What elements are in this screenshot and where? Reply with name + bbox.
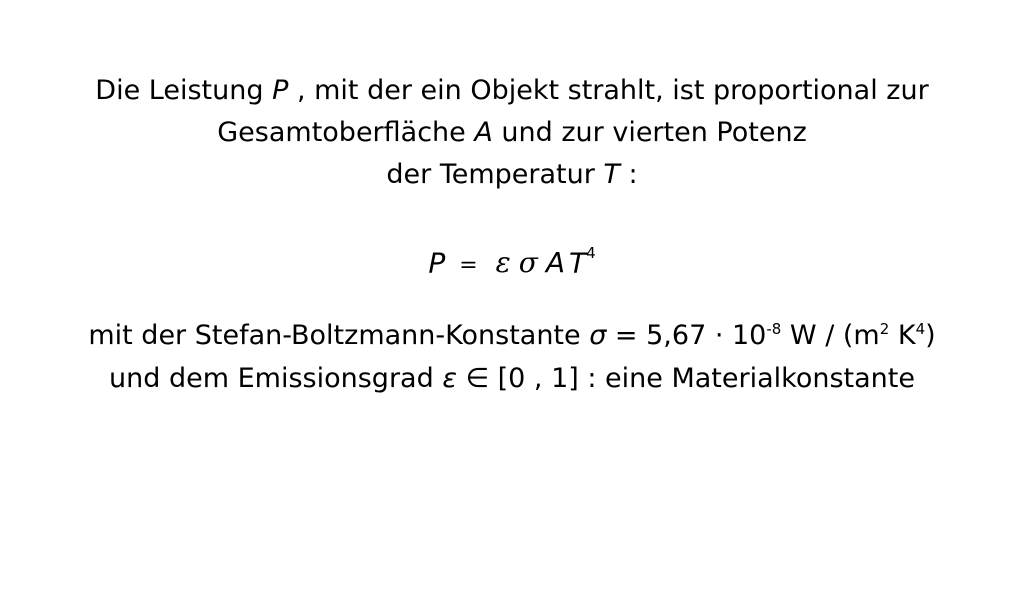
exponent-neg8: -8	[766, 320, 782, 338]
sigma-symbol: σ	[589, 320, 607, 351]
formula-sigma: σ	[518, 246, 538, 280]
intro-line-1: Die Leistung P , mit der ein Objekt stra…	[0, 73, 1024, 109]
formula-lhs: P	[428, 246, 446, 280]
emissivity-line: und dem Emissionsgrad ε ∈ [0 , 1] : eine…	[0, 361, 1024, 397]
formula-temperature: T	[568, 246, 587, 280]
exponent-2: 2	[879, 320, 890, 338]
constant-close: )	[925, 320, 936, 351]
slide: Die Leistung P , mit der ein Objekt stra…	[0, 0, 1024, 598]
variable-p: P	[272, 75, 289, 106]
emissivity-text: und dem Emissionsgrad	[109, 363, 443, 394]
intro-text: , mit der ein Objekt strahlt, ist propor…	[288, 75, 929, 106]
emissivity-text: ∈ [0 , 1] : eine Materialkonstante	[456, 363, 915, 394]
constant-unit-k: K	[889, 320, 916, 351]
constant-unit: W / (m	[781, 320, 880, 351]
variable-a: A	[474, 117, 493, 148]
intro-line-2: Gesamtoberfläche A und zur vierten Poten…	[0, 115, 1024, 151]
formula-exponent: 4	[586, 244, 596, 262]
variable-t: T	[603, 159, 620, 190]
stefan-boltzmann-formula: P = ε σ A T4	[0, 237, 1024, 286]
exponent-4: 4	[915, 320, 926, 338]
constant-value: = 5,67 · 10	[606, 320, 767, 351]
intro-text: der Temperatur	[386, 159, 604, 190]
intro-line-3: der Temperatur T :	[0, 157, 1024, 193]
intro-text: :	[619, 159, 638, 190]
constant-line: mit der Stefan-Boltzmann-Konstante σ = 5…	[0, 318, 1024, 354]
intro-text: Gesamtoberfläche	[217, 117, 475, 148]
formula-area: A	[545, 246, 565, 280]
epsilon-symbol: ε	[442, 363, 457, 394]
formula-epsilon: ε	[495, 246, 511, 280]
formula-equals: =	[459, 253, 478, 279]
intro-text: Die Leistung	[95, 75, 273, 106]
constant-text: mit der Stefan-Boltzmann-Konstante	[88, 320, 590, 351]
intro-text: und zur vierten Potenz	[492, 117, 807, 148]
